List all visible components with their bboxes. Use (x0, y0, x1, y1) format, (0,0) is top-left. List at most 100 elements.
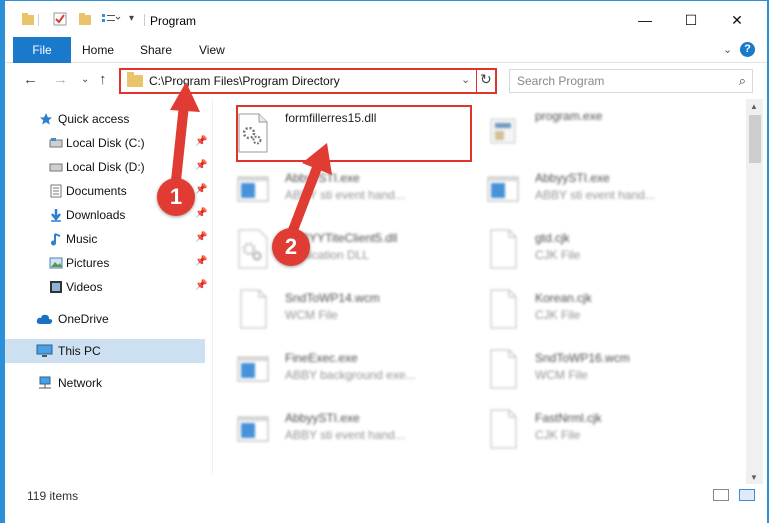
list-item[interactable]: ABBYYTiteClient5.dll Application DLL (223, 221, 463, 277)
step-badge-2: 2 (272, 228, 310, 266)
sidebar-item-local-disk-d[interactable]: Local Disk (D:) 📌 (5, 155, 207, 179)
scroll-up-icon[interactable]: ▲ (750, 102, 758, 111)
title-bar: ▾ Program — ☐ ✕ (5, 1, 767, 37)
search-input[interactable]: Search Program ⌕ (509, 69, 753, 93)
refresh-icon[interactable]: ↻ (480, 71, 492, 88)
pin-icon[interactable]: 📌 (195, 208, 207, 219)
app-window-icon (237, 409, 269, 449)
customize-quick-access-icon[interactable]: ▾ (129, 13, 134, 29)
pin-icon[interactable]: 📌 (195, 160, 207, 171)
sidebar-item-local-disk-c[interactable]: Local Disk (C:) 📌 (5, 131, 207, 155)
tab-home[interactable]: Home (82, 37, 114, 63)
help-icon[interactable]: ? (740, 42, 755, 57)
file-name: AbbyySTI.exe (535, 171, 610, 185)
file-type: ABBY sti event hand... (535, 188, 655, 202)
music-icon (49, 232, 63, 246)
address-path[interactable]: C:\Program Files\Program Directory (149, 74, 340, 88)
sidebar-item-network[interactable]: Network (5, 371, 205, 395)
list-item[interactable]: program.exe (473, 105, 713, 161)
file-name: Korean.cjk (535, 291, 592, 305)
window-title: Program (150, 14, 197, 28)
file-name: AbbyySTI.exe (285, 411, 360, 425)
list-item[interactable]: FineExec.exe ABBY background exe... (223, 341, 463, 397)
close-button[interactable]: ✕ (714, 7, 760, 33)
large-icons-view-icon[interactable] (739, 489, 755, 501)
list-item[interactable]: AbbyySTI.exe ABBY sti event hand... (223, 161, 463, 217)
list-item[interactable]: FastNrml.cjk CJK File (473, 401, 713, 457)
sidebar-item-label: Pictures (66, 256, 110, 270)
highlight-box (236, 105, 472, 162)
new-folder-icon[interactable] (78, 12, 92, 28)
folder-icon (127, 72, 143, 87)
documents-icon (49, 184, 63, 198)
blank-file-icon (237, 289, 269, 329)
app-window-icon (237, 169, 269, 209)
sidebar-item-label: Music (66, 232, 98, 246)
pin-icon[interactable]: 📌 (195, 136, 207, 147)
dll-gear-icon (237, 229, 269, 269)
sidebar-item-this-pc[interactable]: This PC (5, 339, 205, 363)
tab-view[interactable]: View (199, 37, 225, 63)
blank-file-icon (487, 349, 519, 389)
computer-icon (36, 344, 54, 358)
list-item[interactable]: AbbyySTI.exe ABBY sti event hand... (473, 161, 713, 217)
search-icon[interactable]: ⌕ (739, 73, 746, 89)
sidebar-item-pictures[interactable]: Pictures 📌 (5, 251, 207, 275)
list-item[interactable]: gtd.cjk CJK File (473, 221, 713, 277)
up-arrow-icon[interactable]: ↑ (99, 71, 107, 88)
recent-locations-icon[interactable]: ⌄ (81, 74, 89, 85)
chevron-down-icon[interactable]: ⌄ (461, 73, 470, 86)
back-arrow-icon[interactable]: ← (23, 71, 38, 88)
network-icon (36, 376, 54, 390)
properties-icon[interactable] (53, 12, 67, 28)
step-badge-1: 1 (157, 178, 195, 216)
sidebar-item-label: Downloads (66, 208, 126, 222)
divider (144, 14, 145, 26)
tab-share[interactable]: Share (140, 37, 172, 63)
scrollbar-thumb[interactable] (749, 115, 761, 163)
list-item[interactable]: AbbyySTI.exe ABBY sti event hand... (223, 401, 463, 457)
pin-icon[interactable]: 📌 (195, 232, 207, 243)
sidebar-item-quick-access[interactable]: Quick access (5, 107, 205, 131)
file-name: FastNrml.cjk (535, 411, 602, 425)
star-icon (39, 112, 53, 126)
sidebar-item-onedrive[interactable]: OneDrive (5, 307, 205, 331)
maximize-button[interactable]: ☐ (668, 7, 714, 33)
sidebar-item-music[interactable]: Music 📌 (5, 227, 207, 251)
app-window-icon (487, 169, 519, 209)
drive-icon (49, 160, 63, 174)
tab-file[interactable]: File (13, 37, 71, 63)
minimize-button[interactable]: — (622, 7, 668, 33)
address-bar[interactable]: C:\Program Files\Program Directory ⌄ ↻ (119, 68, 497, 94)
ribbon-tabs: File Home Share View ⌄ ? (5, 37, 767, 63)
view-options-icon[interactable] (101, 12, 121, 28)
pane-divider[interactable] (212, 99, 213, 474)
sidebar-item-videos[interactable]: Videos 📌 (5, 275, 207, 299)
file-name: program.exe (535, 109, 603, 123)
folder-icon (21, 12, 34, 28)
pin-icon[interactable]: 📌 (195, 280, 207, 291)
sidebar-item-label: Network (58, 376, 103, 390)
file-type: WCM File (285, 308, 338, 322)
expand-ribbon-icon[interactable]: ⌄ (723, 43, 732, 56)
scroll-down-icon[interactable]: ▼ (750, 473, 758, 482)
pin-icon[interactable]: 📌 (195, 256, 207, 267)
forward-arrow-icon[interactable]: → (53, 71, 68, 88)
list-item[interactable]: SndToWP14.wcm WCM File (223, 281, 463, 337)
list-item[interactable]: Korean.cjk CJK File (473, 281, 713, 337)
file-name: FineExec.exe (285, 351, 358, 365)
download-icon (49, 208, 63, 222)
file-type: WCM File (535, 368, 588, 382)
file-type: CJK File (535, 248, 581, 262)
status-bar: 119 items (5, 484, 767, 506)
divider (38, 14, 39, 26)
list-item[interactable]: SndToWP16.wcm WCM File (473, 341, 713, 397)
sidebar-item-label: Documents (66, 184, 127, 198)
search-placeholder: Search Program (517, 74, 605, 88)
pin-icon[interactable]: 📌 (195, 184, 207, 195)
sidebar-item-label: Videos (66, 280, 103, 294)
details-view-icon[interactable] (713, 489, 729, 501)
pictures-icon (49, 256, 63, 270)
navigation-pane: Quick access Local Disk (C:) 📌 Local Dis… (5, 99, 208, 484)
sidebar-item-label: Quick access (58, 112, 130, 126)
